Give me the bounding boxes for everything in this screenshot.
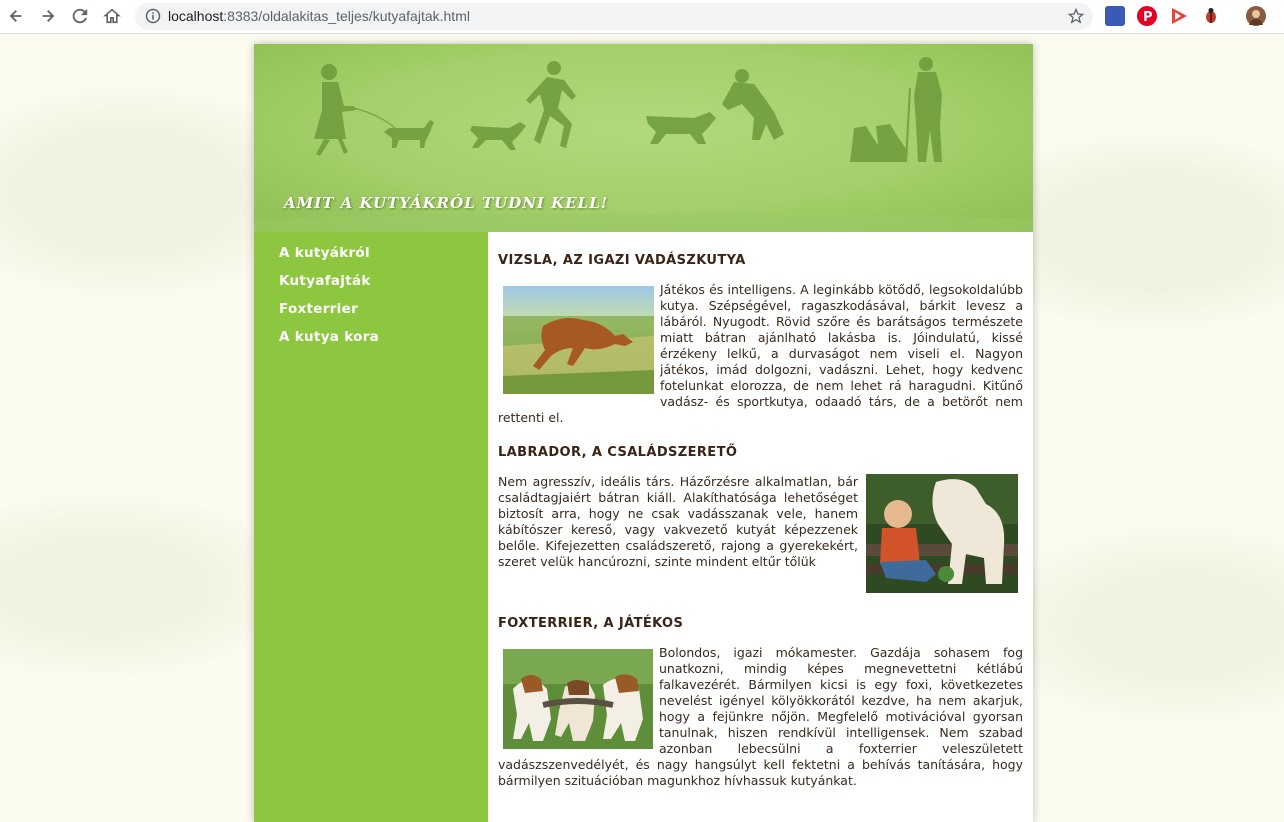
forward-button[interactable] bbox=[37, 5, 59, 27]
reload-icon bbox=[72, 8, 88, 24]
back-button[interactable] bbox=[5, 5, 27, 27]
reload-button[interactable] bbox=[69, 5, 91, 27]
address-bar[interactable]: localhost:8383/oldalakitas_teljes/kutyaf… bbox=[135, 3, 1093, 30]
home-icon bbox=[103, 8, 121, 24]
header-banner: AMIT A KUTYÁKRÓL TUDNI KELL! bbox=[254, 44, 1033, 232]
nav-link[interactable]: Foxterrier bbox=[279, 301, 358, 317]
arrow-right-icon bbox=[42, 10, 55, 22]
play-extension-icon[interactable] bbox=[1169, 6, 1189, 26]
sidebar-nav: A kutyákról Kutyafajták Foxterrier A kut… bbox=[254, 232, 488, 822]
pinterest-icon[interactable]: P bbox=[1137, 6, 1157, 26]
arrow-left-icon bbox=[9, 10, 22, 22]
nav-item-dog-age[interactable]: A kutya kora bbox=[279, 326, 488, 354]
nav-link[interactable]: A kutyákról bbox=[279, 245, 370, 261]
article-foxterrier: FOXTERRIER, A JÁTÉKOS Bolondos, igazi mó… bbox=[498, 615, 1023, 789]
url-text[interactable]: localhost:8383/oldalakitas_teljes/kutyaf… bbox=[168, 8, 470, 24]
nav-item-about-dogs[interactable]: A kutyákról bbox=[279, 242, 488, 270]
article-title: VIZSLA, AZ IGAZI VADÁSZKUTYA bbox=[498, 253, 746, 268]
nav-item-breeds[interactable]: Kutyafajták bbox=[279, 270, 488, 298]
foxterrier-photo bbox=[503, 649, 653, 749]
vizsla-photo bbox=[503, 286, 654, 394]
home-button[interactable] bbox=[101, 5, 123, 27]
article-labrador: LABRADOR, A CSALÁDSZERETŐ Nem agresszív,… bbox=[498, 444, 1023, 597]
bookmark-star-icon[interactable] bbox=[1068, 8, 1084, 24]
info-icon[interactable] bbox=[145, 8, 161, 24]
site-container: AMIT A KUTYÁKRÓL TUDNI KELL! A kutyákról… bbox=[254, 44, 1033, 822]
bug-extension-icon[interactable] bbox=[1201, 6, 1221, 26]
site-title: AMIT A KUTYÁKRÓL TUDNI KELL! bbox=[284, 194, 609, 212]
browser-toolbar: localhost:8383/oldalakitas_teljes/kutyaf… bbox=[0, 0, 1284, 34]
svg-text:P: P bbox=[1143, 10, 1153, 25]
article-title: LABRADOR, A CSALÁDSZERETŐ bbox=[498, 445, 738, 460]
nav-item-foxterrier[interactable]: Foxterrier bbox=[279, 298, 488, 326]
url-host: localhost bbox=[168, 8, 224, 24]
nav-link[interactable]: A kutya kora bbox=[279, 329, 379, 345]
profile-avatar[interactable] bbox=[1246, 6, 1266, 26]
article-vizsla: VIZSLA, AZ IGAZI VADÁSZKUTYA Játékos és … bbox=[498, 252, 1023, 426]
url-path: :8383/oldalakitas_teljes/kutyafajtak.htm… bbox=[223, 8, 470, 24]
labrador-photo bbox=[866, 474, 1018, 593]
main-content: VIZSLA, AZ IGAZI VADÁSZKUTYA Játékos és … bbox=[498, 252, 1023, 807]
article-title: FOXTERRIER, A JÁTÉKOS bbox=[498, 616, 684, 631]
nav-link[interactable]: Kutyafajták bbox=[279, 273, 371, 289]
cube-extension-icon[interactable] bbox=[1105, 6, 1125, 26]
